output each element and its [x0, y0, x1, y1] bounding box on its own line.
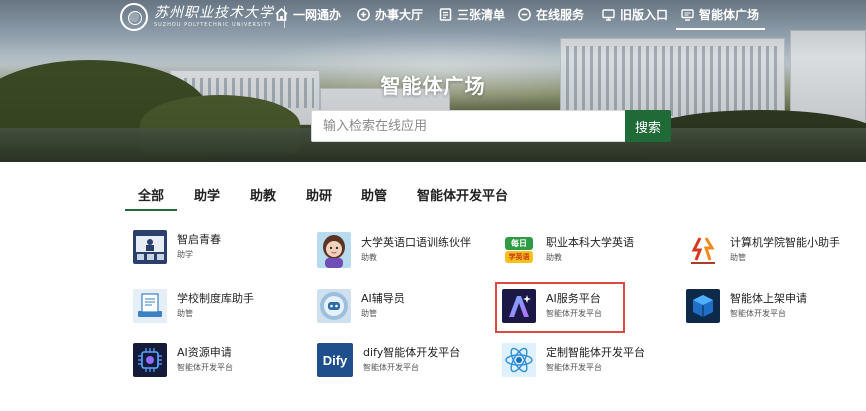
app-text: 智启青春 助学 [177, 233, 221, 261]
app-category: 助教 [361, 253, 377, 262]
app-text: AI资源申请 智能体开发平台 [177, 346, 233, 374]
tab-agent-dev-platform[interactable]: 智能体开发平台 [417, 185, 508, 204]
university-logo[interactable]: 苏州职业技术大学 SUZHOU POLYTECHNIC UNIVERSITY [120, 2, 285, 32]
tab-management[interactable]: 助管 [361, 185, 387, 204]
logo-name: 苏州职业技术大学 [154, 5, 274, 21]
college-logo-icon [686, 233, 720, 267]
app-card-agent-listing-request[interactable]: 智能体上架申请 智能体开发平台 [686, 289, 807, 323]
monitor-icon [601, 7, 615, 21]
app-text: AI辅导员 助管 [361, 292, 405, 320]
chat-icon [517, 7, 531, 21]
daily-english-top-text: 每日 [511, 239, 527, 248]
classroom-icon [133, 230, 167, 264]
screen-icon [680, 7, 694, 21]
app-category: 智能体开发平台 [177, 363, 233, 372]
app-card-custom-agent-platform[interactable]: 定制智能体开发平台 智能体开发平台 [502, 343, 645, 377]
app-name: 定制智能体开发平台 [546, 346, 645, 359]
app-card-zhiqi-qingchun[interactable]: 智启青春 助学 [133, 230, 221, 264]
daily-english-bottom-text: 学英语 [508, 253, 530, 261]
app-name: AI资源申请 [177, 346, 232, 359]
page-title: 智能体广场 [380, 74, 486, 98]
app-name: 职业本科大学英语 [546, 236, 634, 249]
app-name: 大学英语口语训练伙伴 [361, 236, 471, 249]
app-category: 智能体开发平台 [730, 309, 786, 318]
app-name: 智启青春 [177, 233, 221, 246]
logo-english-name: SUZHOU POLYTECHNIC UNIVERSITY [154, 22, 272, 28]
nav-item-three-lists[interactable]: 三张清单 [438, 2, 505, 26]
app-name: dify智能体开发平台 [363, 346, 461, 359]
app-text: 学校制度库助手 助管 [177, 292, 254, 320]
search-button[interactable]: 搜索 [625, 110, 671, 142]
app-name: 智能体上架申请 [730, 292, 807, 305]
app-text: 大学英语口语训练伙伴 助教 [361, 236, 471, 264]
cube-upload-icon [686, 289, 720, 323]
app-text: 智能体上架申请 智能体开发平台 [730, 292, 807, 320]
nav-item-legacy-entry[interactable]: 旧版入口 [601, 2, 668, 26]
app-card-ai-resource-request[interactable]: AI资源申请 智能体开发平台 [133, 343, 233, 377]
document-book-icon [133, 289, 167, 323]
tab-research[interactable]: 助研 [306, 185, 332, 204]
nav-label: 一网通办 [293, 7, 342, 22]
nav-item-online-service[interactable]: 在线服务 [517, 2, 584, 26]
app-category: 助学 [177, 250, 193, 259]
nav-label: 在线服务 [536, 7, 585, 22]
app-card-english-speaking-partner[interactable]: 大学英语口语训练伙伴 助教 [317, 232, 471, 268]
app-category: 助管 [177, 309, 193, 318]
app-card-ai-counselor[interactable]: AI辅导员 助管 [317, 289, 405, 323]
app-category: 助管 [730, 253, 746, 262]
nav-label: 智能体广场 [699, 7, 760, 22]
nav-item-service-hall[interactable]: 办事大厅 [356, 2, 423, 26]
nav-label: 旧版入口 [620, 7, 669, 22]
app-card-cs-college-assistant[interactable]: 计算机学院智能小助手 助管 [686, 233, 840, 267]
tab-study[interactable]: 助学 [194, 185, 220, 204]
university-seal-icon [120, 3, 148, 31]
search-input[interactable] [311, 110, 626, 142]
app-category: 智能体开发平台 [363, 363, 419, 372]
selection-highlight-box [495, 282, 625, 333]
app-category: 助管 [361, 309, 377, 318]
app-card-dify-platform[interactable]: Dify dify智能体开发平台 智能体开发平台 [317, 343, 460, 377]
nav-item-agent-plaza[interactable]: 智能体广场 [675, 2, 766, 30]
ai-chip-icon [133, 343, 167, 377]
dify-logo-icon: Dify [317, 343, 353, 377]
dify-logo-text: Dify [322, 352, 348, 368]
app-name: 学校制度库助手 [177, 292, 254, 305]
app-card-school-rules-assistant[interactable]: 学校制度库助手 助管 [133, 289, 254, 323]
home-icon [274, 7, 288, 21]
app-card-vocational-english[interactable]: 每日 学英语 职业本科大学英语 助教 [502, 233, 634, 267]
list-icon [438, 7, 452, 21]
avatar-girl-icon [317, 232, 351, 268]
app-name: 计算机学院智能小助手 [730, 236, 840, 249]
app-text: 计算机学院智能小助手 助管 [730, 236, 840, 264]
nav-item-one-stop[interactable]: 一网通办 [274, 2, 341, 26]
app-text: 职业本科大学英语 助教 [546, 236, 634, 264]
top-nav: 苏州职业技术大学 SUZHOU POLYTECHNIC UNIVERSITY 一… [0, 0, 866, 34]
logo-text: 苏州职业技术大学 SUZHOU POLYTECHNIC UNIVERSITY [154, 5, 274, 29]
nav-label: 三张清单 [457, 7, 506, 22]
app-text: dify智能体开发平台 智能体开发平台 [363, 346, 460, 374]
app-category: 智能体开发平台 [546, 363, 602, 372]
app-category: 助教 [546, 253, 562, 262]
daily-english-icon: 每日 学英语 [502, 233, 536, 267]
robot-face-icon [317, 289, 351, 323]
tab-all[interactable]: 全部 [124, 185, 178, 211]
atom-icon [502, 343, 536, 377]
app-text: 定制智能体开发平台 智能体开发平台 [546, 346, 645, 374]
nav-label: 办事大厅 [375, 7, 424, 22]
app-name: AI辅导员 [361, 292, 405, 305]
grid-icon [356, 7, 370, 21]
tab-teaching[interactable]: 助教 [250, 185, 276, 204]
